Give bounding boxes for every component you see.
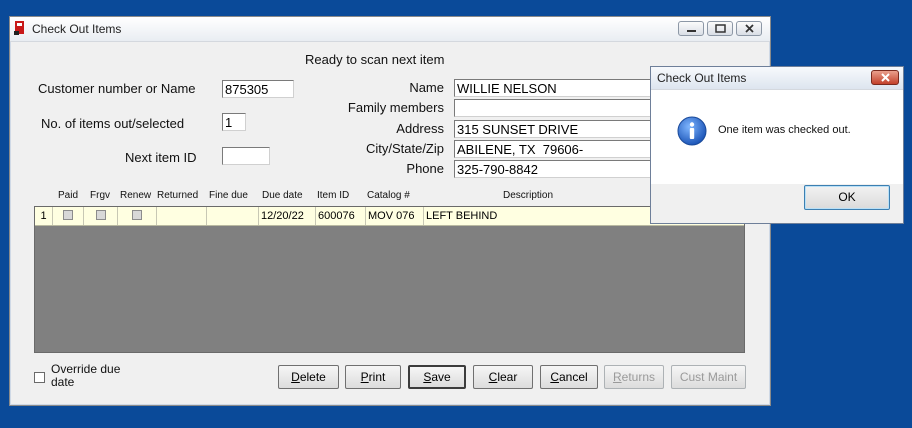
col-header-description[interactable]: Description: [503, 190, 553, 201]
dialog-title: Check Out Items: [657, 71, 747, 85]
phone-label: Phone: [406, 161, 444, 176]
maximize-button[interactable]: [707, 21, 733, 36]
maximize-icon: [715, 24, 726, 33]
col-header-paid[interactable]: Paid: [58, 190, 78, 201]
window-title: Check Out Items: [32, 22, 122, 36]
override-label-line2: date: [51, 375, 75, 389]
customer-label: Customer number or Name: [38, 81, 196, 96]
title-bar[interactable]: Check Out Items: [10, 17, 770, 42]
next-item-input[interactable]: [222, 147, 270, 165]
app-icon: [14, 21, 24, 35]
paid-checkbox[interactable]: [63, 210, 73, 220]
due-date-cell[interactable]: 12/20/22: [259, 207, 316, 225]
dialog-body: One item was checked out.: [651, 90, 903, 184]
col-header-due-date[interactable]: Due date: [262, 190, 303, 201]
print-button[interactable]: Print: [345, 365, 401, 389]
minimize-icon: [687, 30, 696, 32]
save-button[interactable]: Save: [408, 365, 466, 389]
frgv-cell[interactable]: [84, 207, 118, 225]
name-input[interactable]: [454, 79, 654, 97]
status-text: Ready to scan next item: [305, 52, 445, 67]
close-icon: [881, 73, 890, 82]
cancel-button[interactable]: Cancel: [540, 365, 598, 389]
clear-button[interactable]: Clear: [473, 365, 533, 389]
dialog-title-bar[interactable]: Check Out Items: [651, 67, 903, 90]
items-count-input[interactable]: [222, 113, 246, 131]
paid-cell[interactable]: [53, 207, 84, 225]
dialog-message: One item was checked out.: [718, 124, 851, 136]
col-header-frgv[interactable]: Frgv: [90, 190, 110, 201]
catalog-cell[interactable]: MOV 076: [366, 207, 424, 225]
fine-due-cell[interactable]: [207, 207, 259, 225]
col-header-item-id[interactable]: Item ID: [317, 190, 349, 201]
renew-cell[interactable]: [118, 207, 157, 225]
items-count-label: No. of items out/selected: [41, 116, 185, 131]
next-item-label: Next item ID: [125, 150, 197, 165]
override-label: Override due date: [51, 363, 120, 389]
ok-button[interactable]: OK: [804, 185, 890, 210]
row-number: 1: [35, 207, 53, 225]
family-input[interactable]: [454, 99, 654, 117]
cust-maint-button[interactable]: Cust Maint: [671, 365, 746, 389]
returns-button[interactable]: Returns: [604, 365, 664, 389]
renew-checkbox[interactable]: [132, 210, 142, 220]
family-label: Family members: [347, 100, 444, 115]
city-input[interactable]: [454, 140, 654, 158]
override-label-line1: Override due: [51, 362, 121, 376]
col-header-renew[interactable]: Renew: [120, 190, 151, 201]
name-label: Name: [409, 80, 444, 95]
dialog-close-button[interactable]: [871, 70, 899, 85]
message-dialog: Check Out Items One item was checked out…: [650, 66, 904, 224]
col-header-returned[interactable]: Returned: [157, 190, 198, 201]
address-label: Address: [396, 121, 444, 136]
customer-input[interactable]: [222, 80, 294, 98]
col-header-catalog[interactable]: Catalog #: [367, 190, 410, 201]
returned-cell[interactable]: [157, 207, 207, 225]
minimize-button[interactable]: [678, 21, 704, 36]
close-icon: [745, 24, 754, 33]
address-input[interactable]: [454, 120, 654, 138]
items-grid[interactable]: 1 12/20/22 600076 MOV 076 LEFT BEHIND: [34, 206, 745, 353]
col-header-fine-due[interactable]: Fine due: [209, 190, 248, 201]
phone-input[interactable]: [454, 160, 654, 178]
frgv-checkbox[interactable]: [96, 210, 106, 220]
table-row[interactable]: 1 12/20/22 600076 MOV 076 LEFT BEHIND: [35, 207, 744, 226]
city-label: City/State/Zip: [365, 141, 444, 156]
info-icon: [677, 116, 707, 146]
override-due-date-checkbox[interactable]: [34, 372, 45, 383]
delete-button[interactable]: Delete: [278, 365, 339, 389]
item-id-cell[interactable]: 600076: [316, 207, 366, 225]
close-button[interactable]: [736, 21, 762, 36]
